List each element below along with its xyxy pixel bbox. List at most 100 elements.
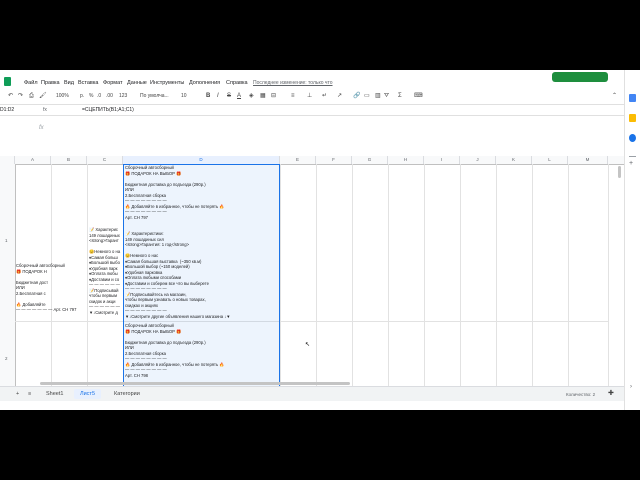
grid-line <box>460 164 461 390</box>
all-sheets-button[interactable]: ≡ <box>22 389 37 399</box>
functions-icon[interactable]: Σ <box>398 92 402 100</box>
grid-line <box>424 164 425 390</box>
column-header-h[interactable]: H <box>388 156 424 164</box>
grid-line <box>496 164 497 390</box>
menu-file[interactable]: Файл <box>24 80 38 86</box>
tab-categories[interactable]: Категории <box>108 389 146 399</box>
menu-edit[interactable]: Правка <box>41 80 60 86</box>
side-panel: + › <box>624 70 640 410</box>
fx-large-icon: fx <box>39 125 44 131</box>
row-header-2[interactable]: 2 <box>5 356 8 361</box>
row-divider <box>15 321 608 322</box>
column-header-e[interactable]: E <box>280 156 316 164</box>
column-header-d[interactable]: D <box>123 156 280 164</box>
grid-line <box>532 164 533 390</box>
spreadsheet-app: Файл Правка Вид Вставка Формат Данные Ин… <box>0 70 640 410</box>
undo-icon[interactable]: ↶ <box>8 92 13 100</box>
fill-color-icon[interactable]: ◈ <box>249 92 254 100</box>
grid-line <box>87 164 88 390</box>
fx-icon: fx <box>43 107 47 113</box>
zoom-select[interactable]: 100% <box>56 92 69 100</box>
chart-icon[interactable]: ▥ <box>375 92 381 100</box>
column-header-m[interactable]: M <box>568 156 608 164</box>
input-tools-icon[interactable]: ⌨ <box>414 92 423 100</box>
decrease-decimals-button[interactable]: .0 <box>97 92 101 100</box>
filter-icon[interactable]: ⛛ <box>384 92 389 100</box>
menu-view[interactable]: Вид <box>64 80 74 86</box>
font-select[interactable]: По умолча... <box>140 92 169 100</box>
column-header-j[interactable]: J <box>460 156 496 164</box>
text-color-button[interactable]: A <box>237 92 241 100</box>
column-header-g[interactable]: G <box>352 156 388 164</box>
borders-icon[interactable]: ▦ <box>260 92 266 100</box>
more-formats-button[interactable]: 123 <box>119 92 127 100</box>
tab-sheet1[interactable]: Sheet1 <box>40 389 69 399</box>
select-all-corner[interactable] <box>0 156 15 164</box>
horizontal-scrollbar[interactable] <box>40 382 350 385</box>
menu-data[interactable]: Данные <box>127 80 147 86</box>
comment-icon[interactable]: ▭ <box>364 92 370 100</box>
formula-input[interactable]: =СЦЕПИТЬ(B1;A1;C1) <box>82 105 134 115</box>
cell-c1[interactable]: 📝 Характерис 149 лошадиных <strong>Гаран… <box>89 227 123 320</box>
column-headers: A B C D E F G H I J K L M <box>0 156 624 165</box>
menu-addons[interactable]: Дополнения <box>189 80 220 86</box>
name-box[interactable]: D1:D2 <box>0 105 14 115</box>
keep-icon[interactable] <box>629 114 636 122</box>
column-header-l[interactable]: L <box>532 156 568 164</box>
font-size-select[interactable]: 10 <box>181 92 187 100</box>
menu-insert[interactable]: Вставка <box>78 80 98 86</box>
cell-d1[interactable]: Сборочный автосборный 🎁 ПОДАРОК НА ВЫБОР… <box>125 165 279 321</box>
align-left-icon[interactable]: ≡ <box>291 92 295 100</box>
row-headers <box>0 164 16 390</box>
explore-icon[interactable]: ✚ <box>608 389 614 397</box>
percent-button[interactable]: % <box>89 92 93 100</box>
grid-line <box>608 164 609 390</box>
cell-a1[interactable]: Сборочный автосборный 🎁 ПОДАРОК Н Бюджет… <box>16 263 80 319</box>
calendar-icon[interactable] <box>629 94 636 102</box>
vertical-scrollbar[interactable] <box>618 166 621 178</box>
bold-button[interactable]: B <box>206 92 210 100</box>
tab-list5[interactable]: Лист5 <box>74 389 102 399</box>
valign-icon[interactable]: ⊥ <box>307 92 312 100</box>
tasks-icon[interactable] <box>629 134 636 142</box>
grid-line <box>388 164 389 390</box>
cursor-icon: ↖ <box>305 342 311 348</box>
print-icon[interactable]: ⎙ <box>29 92 34 100</box>
merge-cells-icon[interactable]: ⊟ <box>271 92 276 100</box>
column-header-i[interactable]: I <box>424 156 460 164</box>
link-icon[interactable]: 🔗 <box>353 92 360 100</box>
column-header-c[interactable]: C <box>87 156 123 164</box>
menu-format[interactable]: Формат <box>103 80 123 86</box>
divider <box>629 156 636 157</box>
row-header-1[interactable]: 1 <box>5 238 8 243</box>
column-header-k[interactable]: K <box>496 156 532 164</box>
menu-bar: Файл Правка Вид Вставка Формат Данные Ин… <box>0 70 640 88</box>
redo-icon[interactable]: ↷ <box>18 92 23 100</box>
paint-format-icon[interactable]: 🖌 <box>39 92 47 100</box>
rotate-text-icon[interactable]: ↗ <box>337 92 342 100</box>
collapse-toolbar-icon[interactable]: ⌃ <box>612 92 617 100</box>
wrap-text-icon[interactable]: ↵ <box>322 92 327 100</box>
last-edit-link[interactable]: Последнее изменение: только что <box>253 80 333 86</box>
menu-help[interactable]: Справка <box>226 80 248 86</box>
italic-button[interactable]: I <box>217 92 219 100</box>
column-header-a[interactable]: A <box>15 156 51 164</box>
share-button[interactable] <box>552 72 608 82</box>
grid-line <box>352 164 353 390</box>
strikethrough-button[interactable]: S <box>227 92 231 100</box>
grid-line <box>316 164 317 390</box>
menu-tools[interactable]: Инструменты <box>150 80 184 86</box>
sheet-tabs-bar: + ≡ Sheet1 Лист5 Категории Количество: 2… <box>0 386 640 401</box>
increase-decimals-button[interactable]: .00 <box>106 92 113 100</box>
cell-d2[interactable]: Сборочный автосборный 🎁 ПОДАРОК НА ВЫБОР… <box>125 323 279 385</box>
currency-button[interactable]: р. <box>80 92 84 100</box>
grid-line <box>280 164 281 390</box>
grid-line <box>568 164 569 390</box>
column-header-f[interactable]: F <box>316 156 352 164</box>
column-header-b[interactable]: B <box>51 156 87 164</box>
sheets-logo-icon[interactable] <box>4 77 11 86</box>
formula-expanded-area <box>0 116 624 159</box>
selection-count[interactable]: Количество: 2 <box>566 392 595 397</box>
add-addon-icon[interactable]: + <box>629 160 633 167</box>
show-side-panel-icon[interactable]: › <box>630 384 632 390</box>
